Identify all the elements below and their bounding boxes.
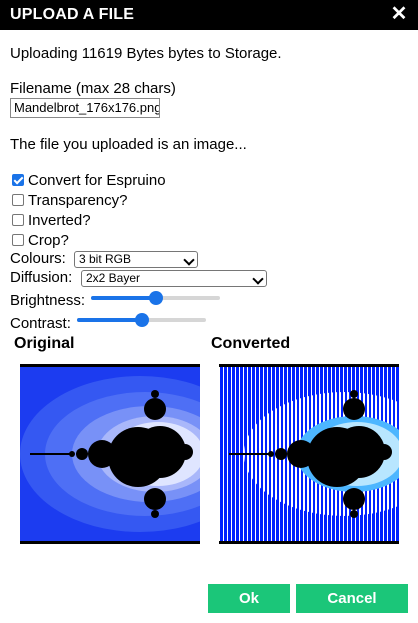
- crop-checkbox[interactable]: [12, 234, 24, 246]
- transparency-checkbox[interactable]: [12, 194, 24, 206]
- inverted-checkbox-row[interactable]: Inverted?: [12, 212, 91, 229]
- crop-label: Crop?: [28, 232, 69, 249]
- convert-label: Convert for Espruino: [28, 172, 166, 189]
- crop-checkbox-row[interactable]: Crop?: [12, 232, 69, 249]
- contrast-label: Contrast:: [10, 315, 71, 332]
- inverted-label: Inverted?: [28, 212, 91, 229]
- brightness-label: Brightness:: [10, 292, 86, 309]
- filename-label: Filename (max 28 chars): [10, 80, 176, 97]
- converted-heading: Converted: [211, 335, 291, 352]
- transparency-checkbox-row[interactable]: Transparency?: [12, 192, 128, 209]
- dialog-title: UPLOAD A FILE: [10, 6, 135, 23]
- colours-label: Colours:: [10, 250, 66, 267]
- upload-dialog: UPLOAD A FILE ✕ Uploading 11619 Bytes by…: [0, 0, 418, 623]
- inverted-checkbox[interactable]: [12, 214, 24, 226]
- filename-input[interactable]: Mandelbrot_176x176.png: [10, 98, 160, 118]
- convert-checkbox[interactable]: [12, 174, 24, 186]
- dialog-titlebar: UPLOAD A FILE ✕: [0, 0, 418, 30]
- original-heading: Original: [14, 335, 75, 352]
- upload-message: Uploading 11619 Bytes bytes to Storage.: [10, 45, 282, 62]
- close-icon[interactable]: ✕: [388, 3, 410, 25]
- diffusion-select[interactable]: 2x2 Bayer: [81, 270, 267, 287]
- brightness-slider[interactable]: [91, 291, 220, 305]
- image-notice: The file you uploaded is an image...: [10, 136, 247, 153]
- slider-fill: [77, 318, 142, 322]
- diffusion-label: Diffusion:: [10, 269, 73, 286]
- slider-fill: [91, 296, 156, 300]
- converted-image: [219, 364, 399, 544]
- convert-checkbox-row[interactable]: Convert for Espruino: [12, 172, 166, 189]
- chevron-down-icon: [252, 273, 264, 285]
- chevron-down-icon: [183, 254, 195, 266]
- diffusion-value: 2x2 Bayer: [86, 271, 141, 285]
- colours-select[interactable]: 3 bit RGB: [74, 251, 198, 268]
- cancel-button[interactable]: Cancel: [296, 584, 408, 613]
- colours-value: 3 bit RGB: [79, 252, 132, 266]
- slider-thumb[interactable]: [148, 291, 163, 305]
- ok-button[interactable]: Ok: [208, 584, 290, 613]
- slider-thumb[interactable]: [134, 313, 149, 327]
- contrast-slider[interactable]: [77, 313, 206, 327]
- original-image: [20, 364, 200, 544]
- transparency-label: Transparency?: [28, 192, 128, 209]
